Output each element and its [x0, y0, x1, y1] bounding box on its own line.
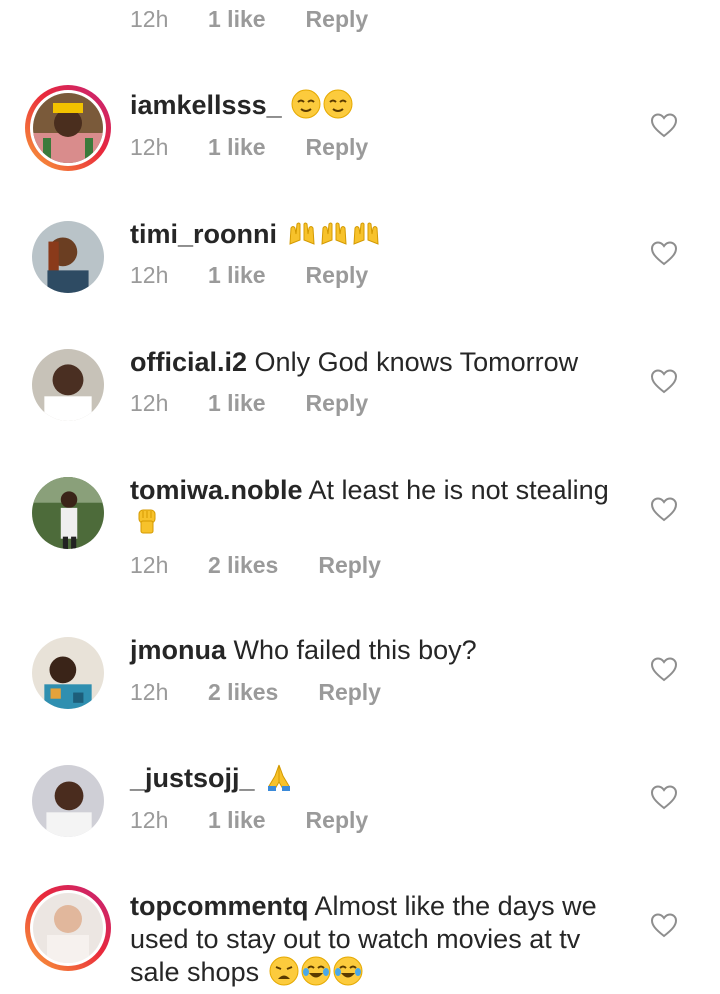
comment-time: 12h	[130, 552, 169, 578]
comment-time: 12h	[130, 134, 169, 160]
comment-body: timi_roonni	[130, 218, 630, 255]
comment-likes[interactable]: 1 like	[208, 807, 266, 834]
comment-likes[interactable]: 2 likes	[208, 552, 278, 579]
comment-username[interactable]: timi_roonni	[130, 219, 277, 249]
comment-username[interactable]: jmonua	[130, 635, 226, 665]
comment-time: 12h	[130, 679, 169, 705]
relieved-face-icon	[291, 89, 321, 126]
heart-outline-icon[interactable]	[650, 912, 678, 938]
relieved-face-icon	[323, 89, 353, 126]
reply-button[interactable]: Reply	[318, 679, 381, 706]
comment-username[interactable]: official.i2	[130, 347, 247, 377]
comment-time: 12h	[130, 807, 169, 833]
comment-likes[interactable]: 1 like	[208, 6, 266, 33]
raising-hands-icon	[287, 218, 317, 255]
avatar[interactable]	[25, 885, 111, 971]
comment-likes[interactable]: 2 likes	[208, 679, 278, 706]
comment-time: 12h	[130, 6, 169, 32]
weary-face-icon	[269, 956, 299, 994]
avatar[interactable]	[25, 630, 111, 716]
comment-meta: 12h 2 likes Reply	[130, 679, 381, 706]
folded-hands-icon	[264, 762, 294, 799]
tears-of-joy-face-icon	[333, 956, 363, 994]
avatar[interactable]	[25, 758, 111, 844]
raising-hands-icon	[319, 218, 349, 255]
comment-meta: 12h 2 likes Reply	[130, 552, 381, 579]
comment-likes[interactable]: 1 like	[208, 262, 266, 289]
heart-outline-icon[interactable]	[650, 368, 678, 394]
heart-outline-icon[interactable]	[650, 784, 678, 810]
reply-button[interactable]: Reply	[306, 134, 369, 161]
comment-likes[interactable]: 1 like	[208, 390, 266, 417]
comment-meta: 12h 1 like Reply	[130, 807, 368, 834]
reply-button[interactable]: Reply	[318, 552, 381, 579]
comment-username[interactable]: _justsojj_	[130, 763, 255, 793]
raised-fist-icon	[132, 506, 162, 543]
comment-username[interactable]: iamkellsss_	[130, 90, 282, 120]
comment-body: tomiwa.noble At least he is not stealing	[130, 474, 630, 543]
heart-outline-icon[interactable]	[650, 240, 678, 266]
heart-outline-icon[interactable]	[650, 656, 678, 682]
reply-button[interactable]: Reply	[306, 390, 369, 417]
heart-outline-icon[interactable]	[650, 112, 678, 138]
tears-of-joy-face-icon	[301, 956, 331, 994]
comment-body: topcommentq Almost like the days we used…	[130, 890, 630, 994]
comment-meta: 12h 1 like Reply	[130, 134, 368, 161]
comment-likes[interactable]: 1 like	[208, 134, 266, 161]
avatar[interactable]	[25, 85, 111, 171]
reply-button[interactable]: Reply	[306, 6, 369, 33]
comment-meta: 12h 1 like Reply	[130, 390, 368, 417]
comment-username[interactable]: topcommentq	[130, 891, 309, 921]
comment-body: iamkellsss_	[130, 89, 630, 126]
heart-outline-icon[interactable]	[650, 496, 678, 522]
comment-time: 12h	[130, 262, 169, 288]
comment-body: _justsojj_	[130, 762, 630, 799]
comment-body: jmonua Who failed this boy?	[130, 634, 630, 666]
comment-text: Who failed this boy?	[233, 635, 477, 665]
reply-button[interactable]: Reply	[306, 807, 369, 834]
comment-text: At least he is not stealing	[308, 475, 609, 505]
avatar[interactable]	[25, 342, 111, 428]
comment-time: 12h	[130, 390, 169, 416]
comment-text: Only God knows Tomorrow	[254, 347, 579, 377]
comment-username[interactable]: tomiwa.noble	[130, 475, 303, 505]
reply-button[interactable]: Reply	[306, 262, 369, 289]
comment-meta: 12h 1 like Reply	[130, 262, 368, 289]
comment-meta-top: 12h 1 like Reply	[130, 6, 368, 33]
raising-hands-icon	[351, 218, 381, 255]
avatar[interactable]	[25, 470, 111, 556]
comment-body: official.i2 Only God knows Tomorrow	[130, 346, 630, 378]
avatar[interactable]	[25, 214, 111, 300]
